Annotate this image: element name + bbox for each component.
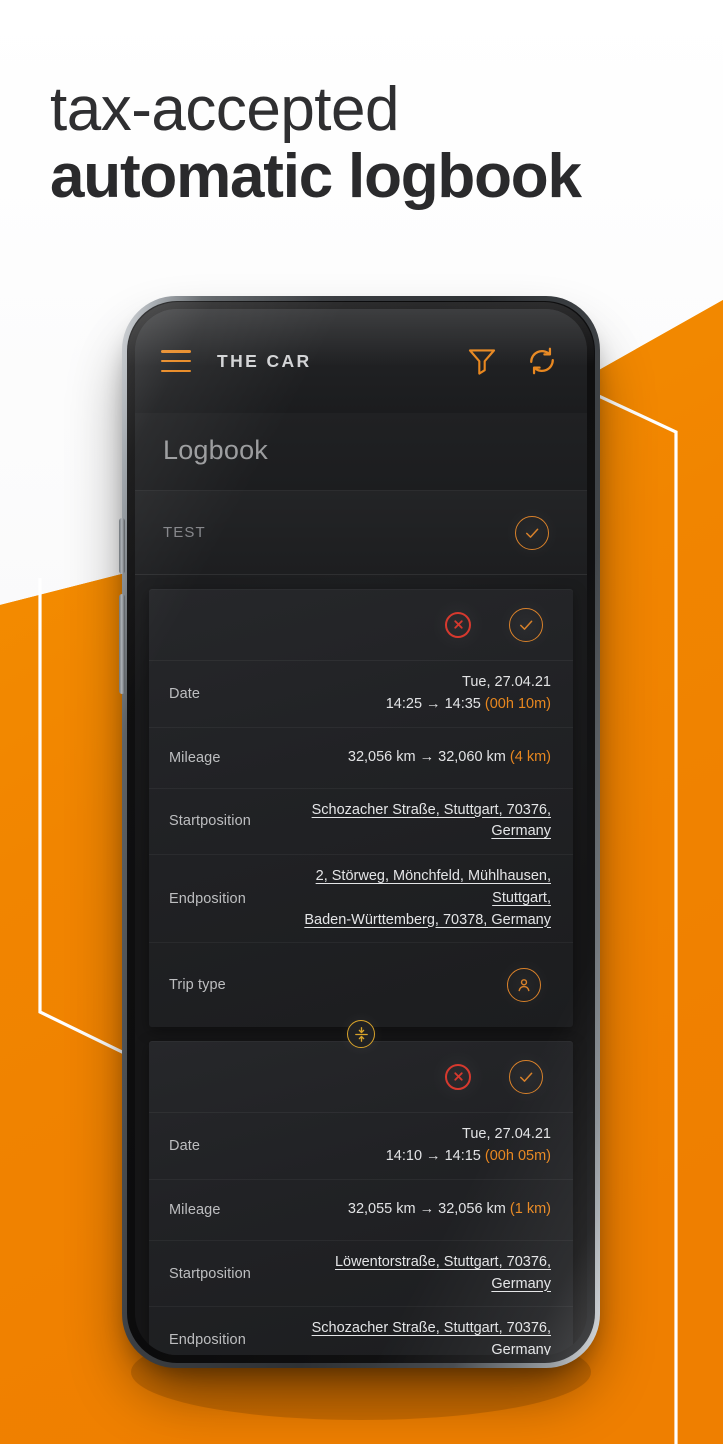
trip-endposition-link-line1[interactable]: 2, Störweg, Mönchfeld, Mühlhausen, Stutt… [299, 866, 551, 910]
row-value-startposition: Löwentorstraße, Stuttgart, 70376, German… [299, 1252, 551, 1296]
merge-trips-icon [347, 1020, 375, 1049]
person-circle-icon [507, 968, 541, 1003]
row-value-date: Tue, 27.04.21 14:10 → 14:15 (00h 05m) [299, 1124, 551, 1168]
trip-row-startposition: Startposition Schozacher Straße, Stuttga… [149, 789, 573, 855]
phone-mockup: THE CAR Logbook TEST Date Tue, 27.04.21 … [119, 296, 600, 1368]
row-label-mileage: Mileage [169, 749, 221, 766]
trip-type-button[interactable] [497, 958, 551, 1013]
trip-mileage-delta: (1 km) [509, 1200, 551, 1217]
reject-circle-icon [445, 611, 471, 638]
filter-funnel-icon[interactable] [465, 344, 499, 378]
trip-time-range: 14:10 → 14:15 [385, 1148, 481, 1164]
trip-time-range: 14:25 → 14:35 [385, 695, 481, 712]
page-title-section: Logbook [135, 413, 587, 491]
check-circle-icon [509, 607, 543, 642]
check-circle-icon [509, 1059, 543, 1094]
row-label-endposition: Endposition [169, 890, 246, 907]
trip-startposition-link[interactable]: Löwentorstraße, Stuttgart, 70376, German… [335, 1254, 551, 1292]
row-value-date: Tue, 27.04.21 14:25 → 14:35 (00h 10m) [299, 672, 551, 716]
row-label-date: Date [169, 685, 201, 702]
phone-volume-button[interactable] [119, 518, 125, 574]
row-value-mileage: 32,056 km → 32,060 km (4 km) [299, 747, 551, 769]
trip-accept-button[interactable] [499, 1049, 553, 1104]
row-label-endposition: Endposition [169, 1332, 246, 1348]
trip-row-endposition: Endposition Schozacher Straße, Stuttgart… [149, 1307, 573, 1355]
headline-block: tax-accepted automatic logbook [50, 75, 690, 212]
trip-date-day: Tue, 27.04.21 [462, 1126, 551, 1143]
trip-reject-button[interactable] [431, 1049, 485, 1104]
trip-startposition-link[interactable]: Schozacher Straße, Stuttgart, 70376, Ger… [312, 802, 551, 840]
trip-mileage-range: 32,056 km → 32,060 km [347, 748, 506, 765]
trip-date-day: Tue, 27.04.21 [462, 674, 551, 690]
merge-trips-button[interactable] [339, 1012, 383, 1057]
phone-screen: THE CAR Logbook TEST Date Tue, 27.04.21 … [135, 309, 587, 1355]
trip-actions [149, 589, 573, 661]
trip-row-startposition: Startposition Löwentorstraße, Stuttgart,… [149, 1241, 573, 1308]
headline-line-1: tax-accepted [50, 75, 400, 144]
trip-duration: (00h 10m) [484, 695, 551, 712]
trip-row-date: Date Tue, 27.04.21 14:10 → 14:15 (00h 05… [149, 1113, 573, 1180]
trip-mileage-delta: (4 km) [509, 748, 551, 765]
app-bar-actions [465, 344, 559, 378]
app-bar: THE CAR [135, 309, 587, 413]
trip-duration: (00h 05m) [484, 1148, 551, 1164]
hamburger-menu-icon[interactable] [161, 350, 191, 372]
row-label-startposition: Startposition [169, 1265, 251, 1282]
trip-row-date: Date Tue, 27.04.21 14:25 → 14:35 (00h 10… [149, 661, 573, 728]
phone-power-button[interactable] [119, 594, 125, 694]
row-value-endposition: 2, Störweg, Mönchfeld, Mühlhausen, Stutt… [299, 866, 551, 931]
row-value-startposition: Schozacher Straße, Stuttgart, 70376, Ger… [299, 800, 551, 844]
trip-endposition-link[interactable]: Schozacher Straße, Stuttgart, 70376, Ger… [312, 1320, 551, 1355]
row-value-endposition: Schozacher Straße, Stuttgart, 70376, Ger… [299, 1318, 551, 1355]
group-header-row: TEST [135, 491, 587, 575]
trip-row-mileage: Mileage 32,055 km → 32,056 km (1 km) [149, 1180, 573, 1241]
row-value-mileage: 32,055 km → 32,056 km (1 km) [299, 1199, 551, 1221]
trip-endposition-link-line2[interactable]: Baden-Württemberg, 70378, Germany [299, 910, 551, 932]
row-label-date: Date [169, 1138, 201, 1154]
trip-reject-button[interactable] [431, 597, 485, 652]
app-bar-title: THE CAR [217, 350, 312, 371]
trip-row-mileage: Mileage 32,056 km → 32,060 km (4 km) [149, 728, 573, 789]
trip-card[interactable]: Date Tue, 27.04.21 14:10 → 14:15 (00h 05… [149, 1041, 573, 1355]
logbook-app: THE CAR Logbook TEST Date Tue, 27.04.21 … [135, 309, 587, 1355]
check-circle-icon [515, 515, 549, 550]
trip-mileage-range: 32,055 km → 32,056 km [347, 1200, 506, 1217]
refresh-sync-icon[interactable] [525, 344, 559, 378]
reject-circle-icon [445, 1063, 471, 1090]
row-value-triptype [299, 958, 551, 1013]
row-label-startposition: Startposition [169, 813, 251, 830]
trip-row-endposition: Endposition 2, Störweg, Mönchfeld, Mühlh… [149, 855, 573, 944]
page-title: Logbook [163, 435, 268, 465]
row-label-mileage: Mileage [169, 1201, 221, 1218]
group-accept-button[interactable] [505, 505, 559, 560]
row-label-triptype: Trip type [169, 977, 226, 994]
headline-line-2: automatic logbook [50, 142, 582, 212]
trip-card[interactable]: Date Tue, 27.04.21 14:25 → 14:35 (00h 10… [149, 589, 573, 1028]
trip-accept-button[interactable] [499, 597, 553, 652]
group-label: TEST [163, 524, 206, 541]
